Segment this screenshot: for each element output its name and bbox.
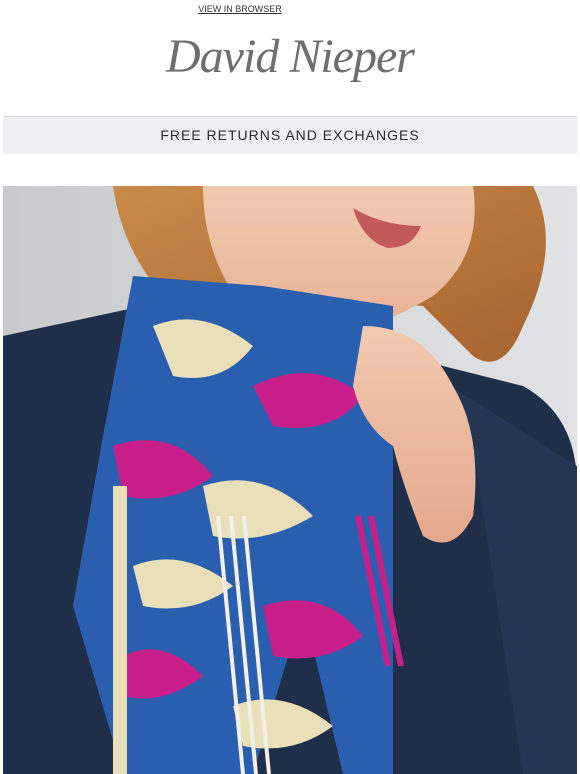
brand-logo[interactable]: David Nieper (166, 30, 415, 83)
preheader: VIEW IN BROWSER (0, 0, 580, 14)
promo-banner[interactable]: FREE RETURNS AND EXCHANGES (3, 116, 577, 154)
view-in-browser-link[interactable]: VIEW IN BROWSER (198, 4, 282, 14)
hero-illustration (3, 186, 577, 774)
hero-image[interactable] (3, 186, 577, 774)
brand-header: David Nieper (0, 24, 580, 94)
promo-banner-text: FREE RETURNS AND EXCHANGES (160, 127, 420, 143)
